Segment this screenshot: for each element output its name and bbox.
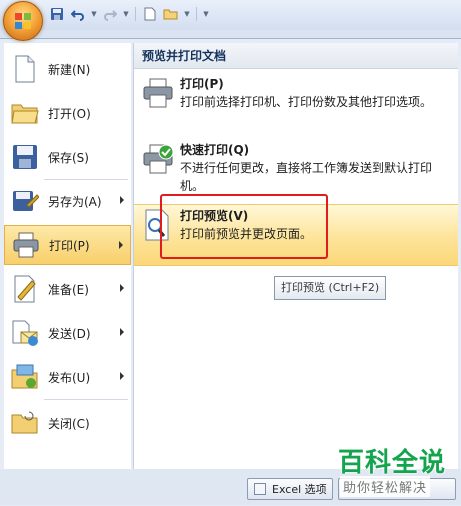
redo-dropdown-icon[interactable]: ▼ [122,10,130,18]
customize-qat-icon[interactable]: ▼ [202,10,210,18]
qat-separator-2 [196,7,197,21]
qat-undo-icon[interactable] [69,5,87,23]
menu-item-label: 打开(O) [48,106,91,121]
submenu-arrow-icon [119,241,123,249]
menu-item-label: 另存为(A) [48,194,102,209]
menu-item-close[interactable]: 关闭(C) [4,403,131,443]
title-bar: ▼ ▼ ▼ ▼ [0,0,461,30]
submenu-item-description: 打印前选择打印机、打印份数及其他打印选项。 [180,95,433,109]
save-as-icon [10,186,40,216]
menu-item-label: 新建(N) [48,62,91,77]
baike-watermark: 百科全说 助你轻松解决 [334,442,461,502]
menu-item-print[interactable]: 打印(P) [4,225,131,265]
undo-dropdown-icon[interactable]: ▼ [90,10,98,18]
qat-redo-icon[interactable] [101,5,119,23]
open-dropdown-icon[interactable]: ▼ [183,10,191,18]
submenu-arrow-icon [120,328,124,336]
qat-separator [135,7,136,21]
print-preview-tooltip: 打印预览 (Ctrl+F2) [274,276,387,300]
menu-item-prepare[interactable]: 准备(E) [4,269,131,309]
prepare-icon [10,274,40,304]
menu-item-label: 发送(D) [48,326,91,341]
menu-item-label: 关闭(C) [48,416,90,431]
office-menu: 新建(N) 打开(O) 保存(S) 另存为(A) 打印(P) 准备(E) 发送(… [0,38,461,506]
menu-separator [44,179,128,180]
annotation-highlight-box [160,194,328,259]
options-icon [254,483,266,495]
submenu-item-title: 快速打印(Q) [180,143,250,157]
submenu-item-quick-print[interactable]: 快速打印(Q) 不进行任何更改，直接将工作簿发送到默认打印机。 [134,139,458,197]
submenu-arrow-icon [120,372,124,380]
menu-item-label: 打印(P) [49,238,90,253]
menu-item-label: 发布(U) [48,370,91,385]
submenu-item-description: 不进行任何更改，直接将工作簿发送到默认打印机。 [180,161,433,193]
menu-item-new[interactable]: 新建(N) [4,49,131,89]
excel-options-button[interactable]: Excel 选项 [247,478,333,500]
quick-print-icon [143,144,174,174]
office-menu-commands: 新建(N) 打开(O) 保存(S) 另存为(A) 打印(P) 准备(E) 发送(… [4,43,131,469]
menu-item-label: 保存(S) [48,150,89,165]
menu-item-publish[interactable]: 发布(U) [4,357,131,397]
watermark-subtitle: 助你轻松解决 [340,476,431,497]
printer-icon [143,78,173,108]
watermark-title: 百科全说 [338,448,447,478]
menu-item-save-as[interactable]: 另存为(A) [4,181,131,221]
submenu-header: 预览并打印文档 [134,43,458,69]
publish-icon [10,362,40,392]
submenu-item-print[interactable]: 打印(P) 打印前选择打印机、打印份数及其他打印选项。 [134,73,458,131]
qat-open-icon[interactable] [162,5,180,23]
menu-item-label: 准备(E) [48,282,89,297]
printer-icon [11,230,41,260]
quick-access-toolbar: ▼ ▼ ▼ ▼ [48,5,210,23]
excel-options-label: Excel 选项 [272,483,327,496]
send-icon [10,318,40,348]
office-button[interactable] [3,1,43,41]
menu-separator [44,399,128,400]
submenu-arrow-icon [120,284,124,292]
save-disk-icon [10,142,40,172]
open-folder-icon [10,98,40,128]
submenu-item-title: 打印(P) [180,77,224,91]
office-logo-icon [15,13,31,29]
menu-item-send[interactable]: 发送(D) [4,313,131,353]
menu-item-open[interactable]: 打开(O) [4,93,131,133]
qat-save-icon[interactable] [48,5,66,23]
qat-new-icon[interactable] [141,5,159,23]
close-folder-icon [10,408,40,438]
new-document-icon [10,54,40,84]
menu-item-save[interactable]: 保存(S) [4,137,131,177]
submenu-arrow-icon [120,196,124,204]
